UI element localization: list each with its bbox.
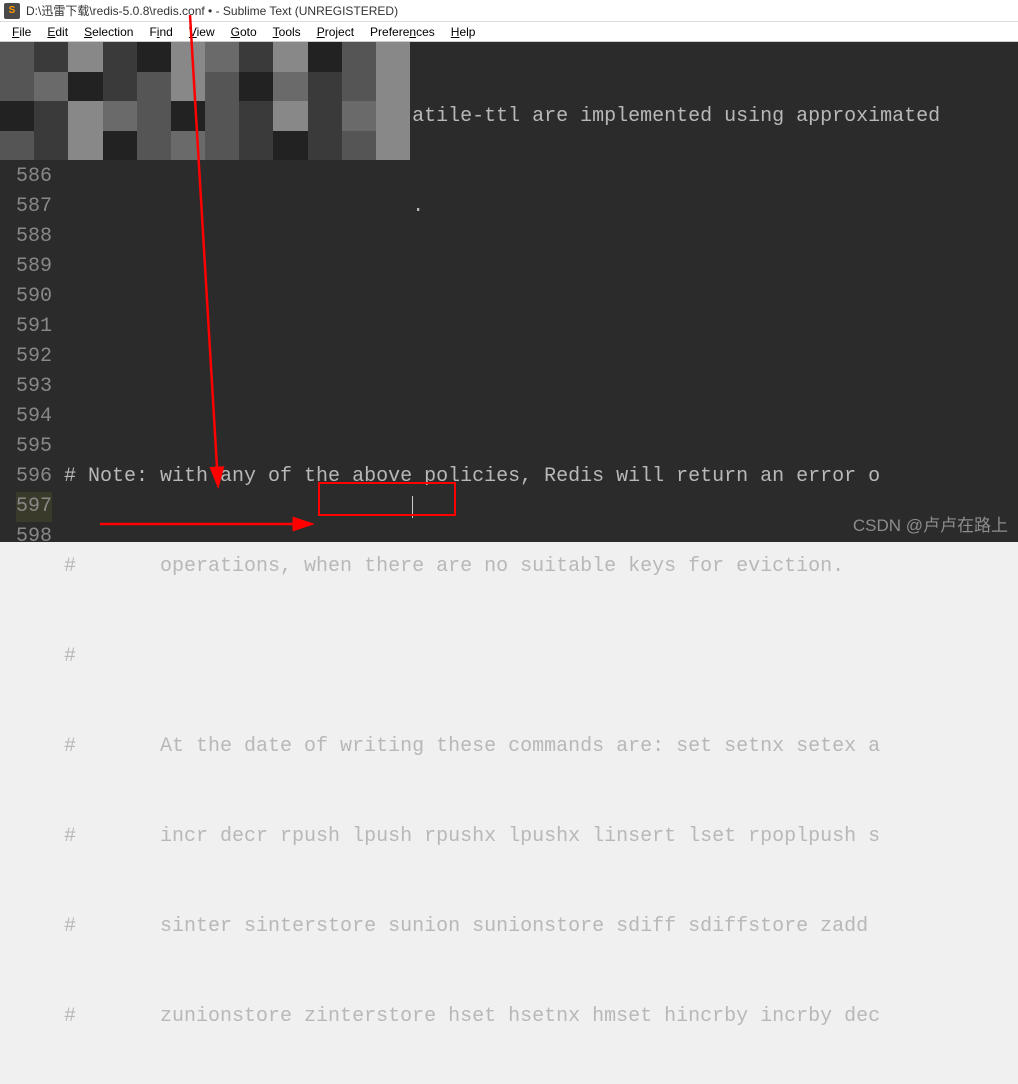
- line-number: 592: [16, 342, 52, 372]
- menu-selection[interactable]: Selection: [76, 25, 141, 39]
- line-number: 596: [16, 462, 52, 492]
- app-icon: S: [4, 3, 20, 19]
- line-number: 590: [16, 282, 52, 312]
- code-text: .: [412, 195, 424, 218]
- titlebar: S D:\迅雷下载\redis-5.0.8\redis.conf • - Sub…: [0, 0, 1018, 22]
- line-number: 588: [16, 222, 52, 252]
- line-number: 593: [16, 372, 52, 402]
- editor-area[interactable]: 586 587 588 589 590 591 592 593 594 595 …: [0, 42, 1018, 542]
- menu-project[interactable]: Project: [309, 25, 362, 39]
- menu-tools[interactable]: Tools: [265, 25, 309, 39]
- code-line: #: [64, 642, 1018, 672]
- line-number: 597: [16, 492, 52, 522]
- code-line: # sinter sinterstore sunion sunionstore …: [64, 912, 1018, 942]
- menu-find[interactable]: Find: [141, 25, 180, 39]
- line-number: 591: [16, 312, 52, 342]
- text-cursor-icon: [412, 496, 413, 518]
- line-number: 589: [16, 252, 52, 282]
- menu-goto[interactable]: Goto: [223, 25, 265, 39]
- code-line: # incr decr rpush lpush rpushx lpushx li…: [64, 822, 1018, 852]
- code-line: # zunionstore zinterstore hset hsetnx hm…: [64, 1002, 1018, 1032]
- line-number: 594: [16, 402, 52, 432]
- code-line: # Note: with any of the above policies, …: [64, 462, 1018, 492]
- menu-help[interactable]: Help: [443, 25, 484, 39]
- menu-view[interactable]: View: [181, 25, 223, 39]
- code-line: # At the date of writing these commands …: [64, 732, 1018, 762]
- line-number: 598: [16, 522, 52, 552]
- line-number: 595: [16, 432, 52, 462]
- line-number: 586: [16, 162, 52, 192]
- menu-file[interactable]: File: [4, 25, 39, 39]
- code-line: # operations, when there are no suitable…: [64, 552, 1018, 582]
- line-number: 587: [16, 192, 52, 222]
- menu-edit[interactable]: Edit: [39, 25, 76, 39]
- menubar: File Edit Selection Find View Goto Tools…: [0, 22, 1018, 42]
- window-title: D:\迅雷下载\redis-5.0.8\redis.conf • - Subli…: [26, 2, 398, 19]
- obscured-region: [0, 42, 410, 160]
- menu-preferences[interactable]: Preferences: [362, 25, 443, 39]
- code-text: atile-ttl are implemented using approxim…: [412, 105, 940, 128]
